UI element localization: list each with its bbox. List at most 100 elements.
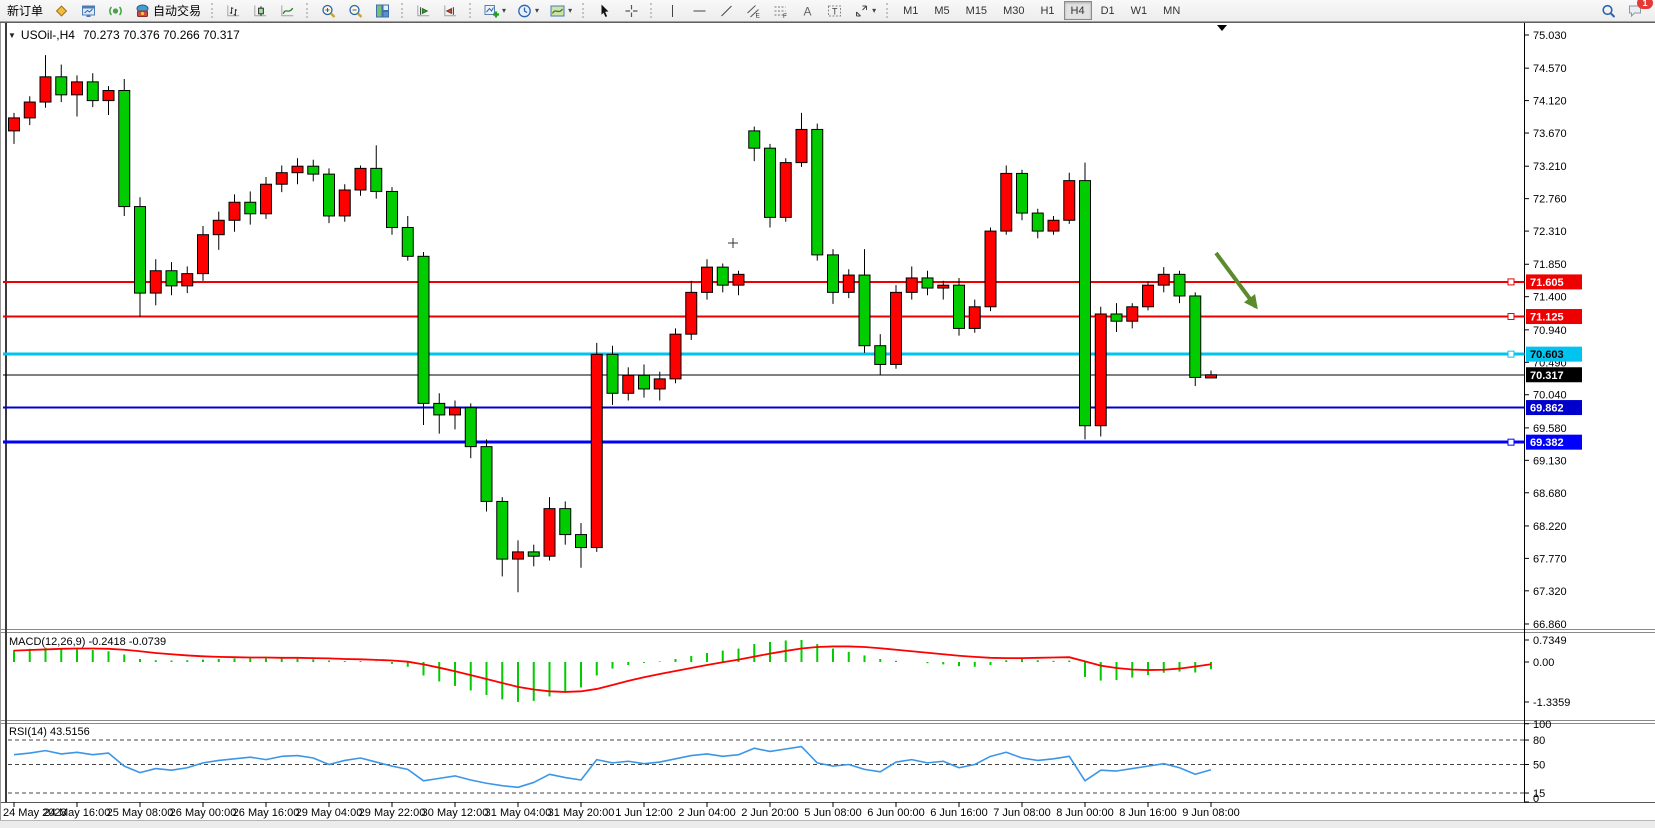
svg-text:8 Jun 00:00: 8 Jun 00:00 — [1056, 807, 1114, 819]
svg-text:1 Jun 12:00: 1 Jun 12:00 — [615, 807, 673, 819]
templates-button[interactable]: ▾ — [545, 0, 576, 21]
market-watch-button[interactable] — [49, 0, 74, 21]
chevron-down-icon[interactable]: ▾ — [502, 6, 506, 15]
svg-text:50: 50 — [1533, 760, 1545, 772]
candlestick-mode-button[interactable] — [248, 0, 273, 21]
vertical-line-tool-button[interactable] — [660, 0, 685, 21]
trendline-tool-button[interactable] — [714, 0, 739, 21]
toolbar-separator — [886, 3, 891, 18]
timeframe-h1[interactable]: H1 — [1033, 1, 1061, 20]
tile-windows-button[interactable] — [370, 0, 395, 21]
fibonacci-tool-button[interactable]: F — [768, 0, 793, 21]
periods-button[interactable]: ▾ — [512, 0, 543, 21]
zoom-out-button[interactable] — [343, 0, 368, 21]
new-chart-button[interactable]: ▾ — [479, 0, 510, 21]
data-window-button[interactable] — [76, 0, 101, 21]
text-icon: A — [799, 3, 816, 19]
svg-text:75.030: 75.030 — [1533, 30, 1567, 42]
chart-ohlc-values: 70.273 70.376 70.266 70.317 — [83, 28, 240, 42]
new-chart-icon — [483, 3, 500, 19]
tile-windows-icon — [374, 3, 391, 19]
svg-text:80: 80 — [1533, 735, 1545, 747]
svg-text:69.580: 69.580 — [1533, 423, 1567, 435]
svg-text:69.382: 69.382 — [1530, 437, 1564, 449]
svg-text:5 Jun 08:00: 5 Jun 08:00 — [804, 807, 862, 819]
svg-text:73.210: 73.210 — [1533, 161, 1567, 173]
line-chart-mode-button[interactable] — [275, 0, 300, 21]
text-label-tool-button[interactable]: T — [822, 0, 847, 21]
timeframe-m1[interactable]: M1 — [896, 1, 925, 20]
svg-text:26 May 00:00: 26 May 00:00 — [170, 807, 237, 819]
chart-window: 75.03074.57074.12073.67073.21072.76072.3… — [0, 22, 1655, 821]
svg-text:31 May 20:00: 31 May 20:00 — [548, 807, 615, 819]
arrows-icon — [853, 3, 870, 19]
toolbar-separator — [401, 3, 406, 18]
search-icon — [1600, 3, 1617, 19]
vertical-line-icon — [664, 3, 681, 19]
svg-text:-1.3359: -1.3359 — [1533, 697, 1570, 709]
zoom-in-button[interactable] — [316, 0, 341, 21]
new-order-button[interactable]: 新订单 — [1, 0, 47, 21]
chart-shift-button[interactable] — [438, 0, 463, 21]
arrows-tool-button[interactable]: ▾ — [849, 0, 880, 21]
chart-symbol: USOil-,H4 — [21, 28, 75, 42]
cursor-icon — [596, 3, 613, 19]
robot-icon — [134, 3, 151, 19]
chart-canvas[interactable]: 75.03074.57074.12073.67073.21072.76072.3… — [0, 23, 1655, 821]
svg-text:T: T — [832, 6, 838, 16]
svg-text:73.670: 73.670 — [1533, 128, 1567, 140]
cursor-tool-button[interactable] — [592, 0, 617, 21]
svg-text:67.320: 67.320 — [1533, 586, 1567, 598]
svg-text:2 Jun 04:00: 2 Jun 04:00 — [678, 807, 736, 819]
svg-text:6 Jun 16:00: 6 Jun 16:00 — [930, 807, 988, 819]
equidistant-channel-icon: E — [745, 3, 762, 19]
auto-scroll-button[interactable] — [411, 0, 436, 21]
chevron-down-icon[interactable]: ▾ — [535, 6, 539, 15]
bar-chart-icon — [225, 3, 242, 19]
timeframe-w1[interactable]: W1 — [1124, 1, 1155, 20]
svg-text:29 May 04:00: 29 May 04:00 — [296, 807, 363, 819]
chevron-down-icon[interactable]: ▾ — [872, 6, 876, 15]
svg-text:68.220: 68.220 — [1533, 521, 1567, 533]
timeframe-m5[interactable]: M5 — [927, 1, 956, 20]
auto-scroll-icon — [415, 3, 432, 19]
svg-text:30 May 12:00: 30 May 12:00 — [422, 807, 489, 819]
text-tool-button[interactable]: A — [795, 0, 820, 21]
toolbar-separator — [306, 3, 311, 18]
timeframe-m15[interactable]: M15 — [959, 1, 994, 20]
timeframe-h4[interactable]: H4 — [1064, 1, 1092, 20]
svg-text:70.603: 70.603 — [1530, 349, 1564, 361]
notifications-button[interactable]: 1 — [1623, 0, 1648, 21]
svg-text:F: F — [783, 13, 787, 19]
timeframe-d1[interactable]: D1 — [1094, 1, 1122, 20]
timeframe-mn[interactable]: MN — [1156, 1, 1187, 20]
svg-text:9 Jun 08:00: 9 Jun 08:00 — [1182, 807, 1240, 819]
auto-trading-button[interactable]: 自动交易 — [130, 0, 205, 21]
svg-text:68.680: 68.680 — [1533, 488, 1567, 500]
symbol-dropdown-icon[interactable]: ▼ — [8, 31, 16, 40]
signals-button[interactable] — [103, 0, 128, 21]
gold-diamond-icon — [53, 3, 70, 19]
toolbar-separator — [469, 3, 474, 18]
zoom-out-icon — [347, 3, 364, 19]
chart-template-icon — [549, 3, 566, 19]
svg-text:25 May 08:00: 25 May 08:00 — [107, 807, 174, 819]
svg-text:0.00: 0.00 — [1533, 657, 1554, 669]
svg-text:6 Jun 00:00: 6 Jun 00:00 — [867, 807, 925, 819]
svg-text:72.310: 72.310 — [1533, 226, 1567, 238]
svg-text:100: 100 — [1533, 719, 1551, 731]
signal-icon — [107, 3, 124, 19]
svg-text:8 Jun 16:00: 8 Jun 16:00 — [1119, 807, 1177, 819]
chevron-down-icon[interactable]: ▾ — [568, 6, 572, 15]
timeframe-m30[interactable]: M30 — [996, 1, 1031, 20]
crosshair-tool-button[interactable] — [619, 0, 644, 21]
channel-tool-button[interactable]: E — [741, 0, 766, 21]
svg-text:2 Jun 20:00: 2 Jun 20:00 — [741, 807, 799, 819]
candlestick-chart-icon — [252, 3, 269, 19]
search-button[interactable] — [1596, 0, 1621, 21]
horizontal-line-tool-button[interactable] — [687, 0, 712, 21]
auto-trading-label: 自动交易 — [153, 2, 201, 19]
bar-chart-mode-button[interactable] — [221, 0, 246, 21]
svg-text:A: A — [804, 4, 812, 18]
mt4-window: 新订单 自动交易 ▾ ▾ ▾ E F A T ▾ M1M5M15M30H1H4D1W1MN 1 75.… — [0, 0, 1655, 828]
